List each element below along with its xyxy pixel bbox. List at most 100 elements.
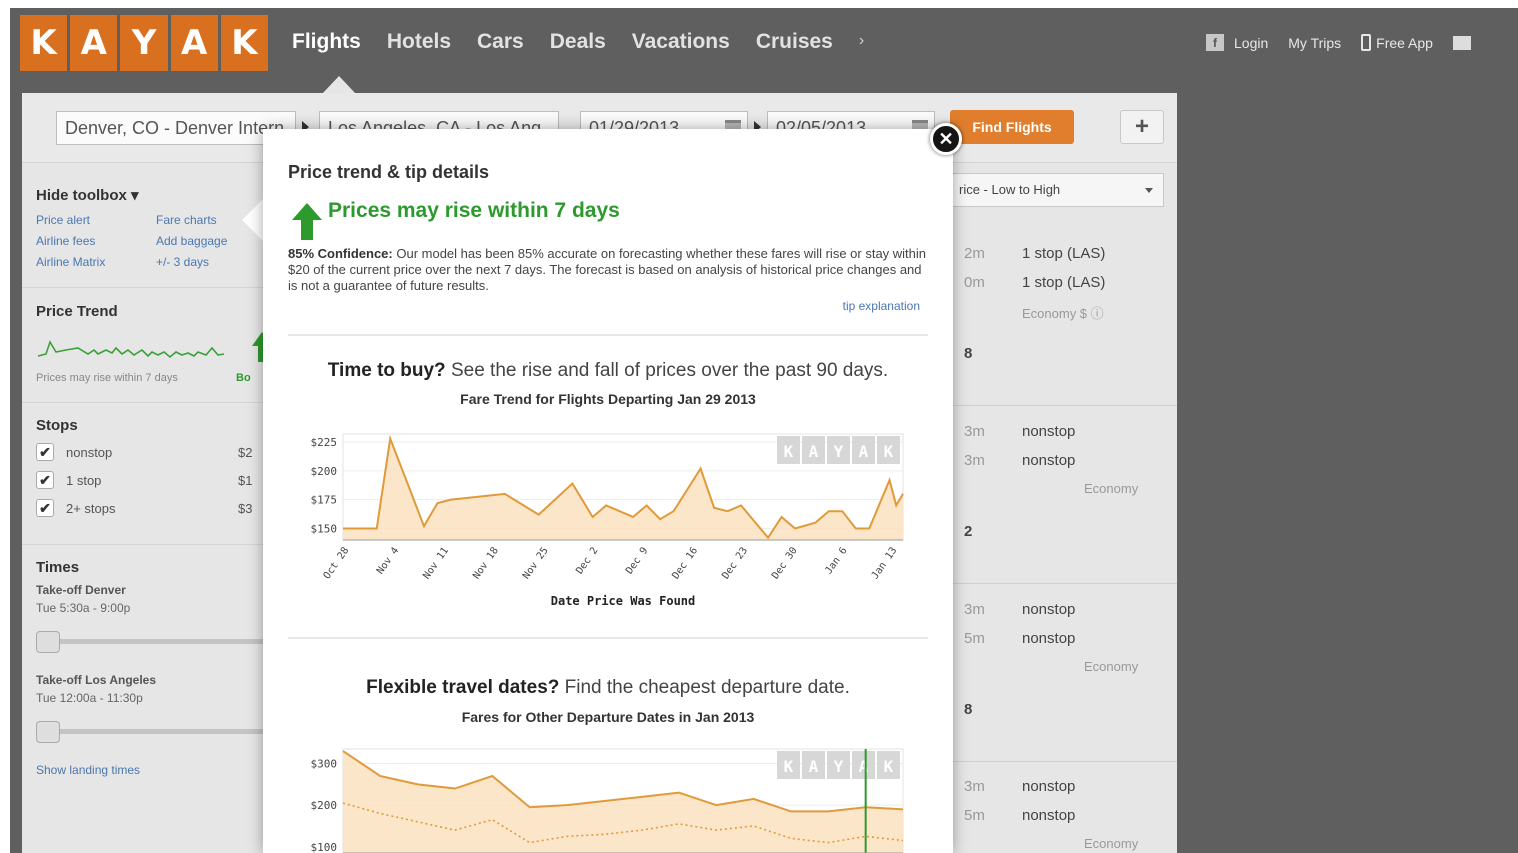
flag-icon[interactable] [1452, 35, 1471, 50]
leg-duration: 3m [964, 601, 985, 618]
leg-stops: nonstop [1022, 452, 1076, 469]
up-arrow-icon [292, 203, 322, 240]
kayak-logo[interactable]: K A Y A K [20, 15, 268, 71]
leg-stops: nonstop [1022, 807, 1076, 824]
price-trend-popup: Price trend & tip details Prices may ris… [263, 129, 953, 853]
my-trips-link[interactable]: My Trips [1288, 35, 1341, 51]
time-to-buy-text: See the rise and fall of prices over the… [445, 360, 889, 381]
x-tick-label: Oct 28 [322, 545, 352, 581]
leg-duration: 3m [964, 778, 985, 795]
buy-advice: Bo [236, 372, 251, 384]
other-dates-chart-title: Fares for Other Departure Dates in Jan 2… [461, 709, 755, 725]
nav-deals[interactable]: Deals [550, 30, 606, 54]
nav-vacations[interactable]: Vacations [632, 30, 730, 54]
result-leg[interactable]: 3m nonstop [964, 601, 1075, 618]
stop-filter-1-stop[interactable]: ✔ 1 stop $1 [36, 466, 276, 494]
price-trend-sparkline[interactable] [36, 328, 276, 368]
close-icon[interactable]: ✕ [930, 123, 962, 155]
stop-price: $3 [238, 500, 253, 516]
result-leg[interactable]: 2m 1 stop (LAS) [964, 245, 1105, 262]
result-count: 8 [964, 345, 973, 362]
flex-days-link[interactable]: +/- 3 days [156, 255, 266, 269]
airline-fees-link[interactable]: Airline fees [36, 234, 156, 248]
chevron-down-icon [1145, 188, 1153, 193]
stop-filter-2-stops[interactable]: ✔ 2+ stops $3 [36, 494, 276, 522]
leg-stops: nonstop [1022, 601, 1076, 618]
main-nav: Flights Hotels Cars Deals Vacations Crui… [292, 30, 864, 54]
nav-hotels[interactable]: Hotels [387, 30, 451, 54]
fare-trend-chart[interactable]: $225$200$175$150K A Y A KOct 28 Nov 4 Nov 11 No… [263, 414, 953, 614]
y-tick-label: $200 [311, 465, 338, 478]
x-tick-label: Nov 18 [471, 545, 501, 581]
nav-cruises[interactable]: Cruises [756, 30, 833, 54]
checkbox-checked-icon[interactable]: ✔ [36, 443, 54, 461]
slider-handle[interactable] [36, 721, 60, 743]
checkbox-checked-icon[interactable]: ✔ [36, 499, 54, 517]
sort-value: rice - Low to High [959, 182, 1061, 197]
x-tick-label: Dec 2 [574, 545, 600, 576]
popup-title: Price trend & tip details [288, 162, 490, 182]
takeoff-denver-slider[interactable] [36, 631, 276, 653]
result-count: 8 [964, 701, 973, 718]
origin-input[interactable]: Denver, CO - Denver Intern [56, 111, 296, 145]
result-leg[interactable]: 5m nonstop [964, 630, 1075, 647]
leg-duration: 0m [964, 274, 985, 291]
result-leg[interactable]: 3m nonstop [964, 778, 1075, 795]
y-tick-label: $225 [311, 436, 338, 449]
fare-class: Economy [1084, 659, 1139, 674]
watermark-letter: A [809, 442, 819, 461]
leg-duration: 2m [964, 245, 985, 262]
other-dates-chart[interactable]: $300$200$100K A Y A K [263, 729, 953, 853]
logo-letter: Y [120, 15, 171, 71]
slider-handle[interactable] [36, 631, 60, 653]
y-tick-label: $100 [311, 841, 338, 853]
nav-cars[interactable]: Cars [477, 30, 524, 54]
stop-filter-nonstop[interactable]: ✔ nonstop $2 [36, 438, 276, 466]
takeoff-denver-range: Tue 5:30a - 9:00p [36, 601, 131, 615]
add-search-button[interactable]: + [1120, 110, 1164, 144]
result-leg[interactable]: 5m nonstop [964, 807, 1075, 824]
sparkline-line [37, 340, 225, 359]
watermark-letter: K [784, 757, 794, 776]
hide-toolbox-toggle[interactable]: Hide toolbox ▾ [36, 186, 276, 204]
watermark-letter: A [859, 442, 869, 461]
result-leg[interactable]: 3m nonstop [964, 452, 1075, 469]
kayak-page: K A Y A K Flights Hotels Cars Deals Vaca… [10, 8, 1518, 853]
x-tick-label: Jan 6 [823, 545, 849, 576]
nav-flights[interactable]: Flights [292, 30, 361, 54]
time-to-buy-bold: Time to buy? [327, 360, 446, 381]
divider [952, 583, 1177, 584]
divider [22, 402, 290, 403]
fare-class: Economy [1084, 481, 1139, 496]
sort-select[interactable]: rice - Low to High [952, 173, 1164, 207]
checkbox-checked-icon[interactable]: ✔ [36, 471, 54, 489]
watermark-letter: Y [834, 442, 844, 461]
stops-heading: Stops [36, 417, 78, 434]
tip-explanation-link[interactable]: tip explanation [823, 299, 920, 313]
price-trend-caption-row: Prices may rise within 7 days Bo [36, 372, 276, 384]
divider [952, 761, 1177, 762]
slider-track [36, 729, 266, 734]
leg-stops: nonstop [1022, 423, 1076, 440]
find-flights-button[interactable]: Find Flights [950, 110, 1074, 144]
takeoff-la-slider[interactable] [36, 721, 276, 743]
leg-duration: 3m [964, 452, 985, 469]
result-leg[interactable]: 3m nonstop [964, 423, 1075, 440]
login-link[interactable]: f Login [1206, 34, 1268, 51]
slider-track [36, 639, 266, 644]
leg-duration: 3m [964, 423, 985, 440]
confidence-label: 85% Confidence: [288, 246, 393, 261]
result-leg[interactable]: 0m 1 stop (LAS) [964, 274, 1105, 291]
popup-pointer [242, 198, 264, 242]
leg-duration: 5m [964, 630, 985, 647]
nav-more-chevron-icon[interactable]: › [859, 32, 864, 54]
airline-matrix-link[interactable]: Airline Matrix [36, 255, 156, 269]
show-landing-times-link[interactable]: Show landing times [36, 763, 276, 777]
free-app-link[interactable]: Free App [1361, 34, 1433, 51]
stop-label: 1 stop [66, 472, 102, 488]
divider [22, 544, 290, 545]
divider [288, 334, 928, 336]
watermark-letter: A [809, 757, 819, 776]
price-alert-link[interactable]: Price alert [36, 213, 156, 227]
time-to-buy-heading: Time to buy? See the rise and fall of pr… [263, 360, 953, 382]
